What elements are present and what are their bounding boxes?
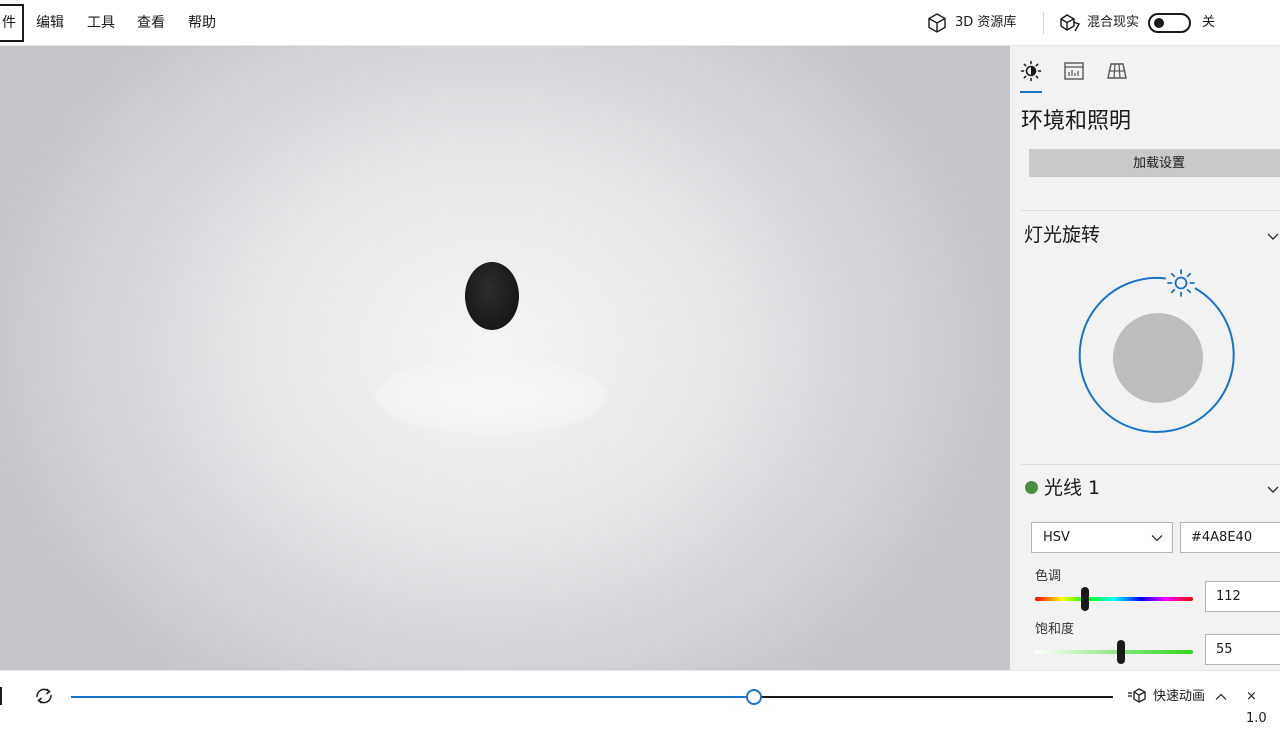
ground-shadow xyxy=(375,358,607,434)
menu-edit[interactable]: 编辑 xyxy=(36,12,64,34)
grid-icon[interactable] xyxy=(1106,60,1128,82)
cube-icon xyxy=(928,13,946,33)
saturation-slider-thumb[interactable] xyxy=(1117,640,1125,664)
menu-help[interactable]: 帮助 xyxy=(188,12,216,34)
panel-title: 环境和照明 xyxy=(1021,109,1132,134)
saturation-label: 饱和度 xyxy=(1035,622,1075,637)
quick-animation-icon[interactable] xyxy=(1127,686,1147,706)
hue-slider-track[interactable] xyxy=(1035,597,1193,601)
hue-label: 色调 xyxy=(1035,569,1062,584)
chevron-down-icon xyxy=(1151,535,1163,542)
hue-input[interactable]: 112 xyxy=(1205,581,1280,612)
stats-icon[interactable] xyxy=(1063,60,1085,82)
animation-timeline: 快速动画 × 1.0 xyxy=(0,670,1280,726)
3d-model-egg[interactable] xyxy=(465,262,519,330)
timeline-progress[interactable] xyxy=(71,696,754,698)
load-settings-button[interactable]: 加载设置 xyxy=(1029,149,1280,177)
sun-icon[interactable] xyxy=(1020,60,1042,82)
3d-library-label: 3D 资源库 xyxy=(955,15,1017,30)
section-divider xyxy=(1021,464,1280,465)
speed-label[interactable]: × 1.0 xyxy=(1246,686,1280,730)
toggle-state-label: 关 xyxy=(1202,15,1216,30)
3d-library-button[interactable]: 3D 资源库 xyxy=(926,12,1016,34)
light-color-dot xyxy=(1025,481,1038,494)
chevron-down-icon[interactable] xyxy=(1266,230,1280,244)
menu-view[interactable]: 查看 xyxy=(137,12,165,34)
chevron-down-icon[interactable] xyxy=(1266,483,1280,497)
saturation-slider-track[interactable] xyxy=(1035,650,1193,654)
menu-file[interactable]: 件 xyxy=(0,4,24,42)
mixed-reality-label: 混合现实 xyxy=(1087,15,1140,30)
hue-slider-thumb[interactable] xyxy=(1081,587,1089,611)
active-tab-indicator xyxy=(1020,91,1042,93)
mixed-reality-button[interactable]: 混合现实 xyxy=(1059,12,1139,34)
saturation-input[interactable]: 55 xyxy=(1205,634,1280,665)
color-mode-value: HSV xyxy=(1043,530,1070,545)
toggle-knob xyxy=(1154,18,1164,28)
3d-viewport[interactable] xyxy=(0,46,1010,670)
hex-color-input[interactable]: #4A8E40 xyxy=(1180,522,1280,553)
light-sphere-preview xyxy=(1113,313,1203,403)
light-1-header[interactable]: 光线 1 xyxy=(1044,474,1100,502)
chevron-up-icon[interactable] xyxy=(1215,691,1227,703)
mixed-reality-toggle[interactable] xyxy=(1148,13,1191,33)
mixed-reality-icon xyxy=(1060,14,1081,32)
timeline-track[interactable] xyxy=(753,696,1113,698)
menu-bar: 件 编辑 工具 查看 帮助 3D 资源库 混合现实 关 xyxy=(0,0,1280,46)
menu-tools[interactable]: 工具 xyxy=(87,12,115,34)
quick-animation-label[interactable]: 快速动画 xyxy=(1153,686,1205,708)
light-rotation-dial[interactable] xyxy=(1076,266,1244,446)
timeline-scrubber[interactable] xyxy=(745,689,762,705)
loop-icon[interactable] xyxy=(33,685,55,707)
toolbar-separator xyxy=(1043,12,1044,34)
color-mode-select[interactable]: HSV xyxy=(1031,522,1173,553)
sun-handle-icon xyxy=(1167,269,1195,297)
play-button-edge[interactable] xyxy=(0,687,2,705)
environment-panel: 环境和照明 加载设置 灯光旋转 光线 1 HSV #4A8E40 色调 112 … xyxy=(1010,46,1280,670)
section-divider xyxy=(1021,210,1280,211)
light-rotation-header[interactable]: 灯光旋转 xyxy=(1024,221,1100,249)
